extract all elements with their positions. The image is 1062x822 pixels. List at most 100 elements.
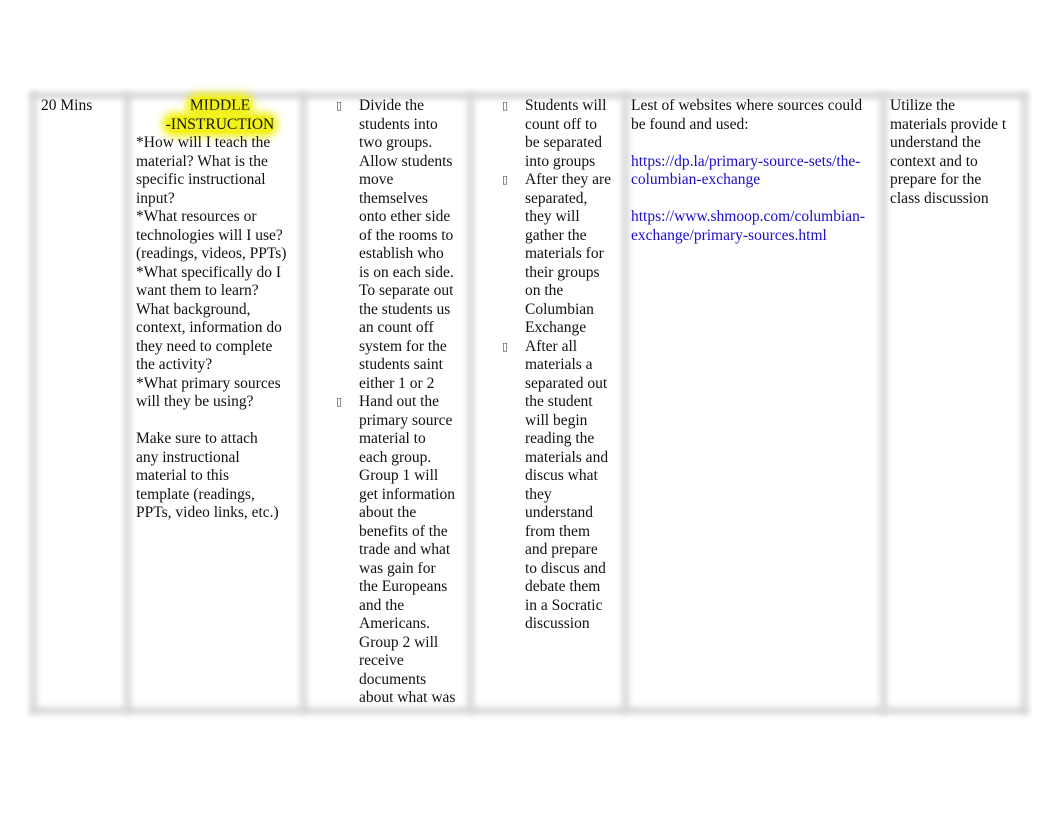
list-item: After all materials a separated out the stu… [525, 338, 608, 634]
text-line: from them [525, 522, 590, 540]
text-line: *What resources or [136, 208, 257, 225]
table-border [30, 707, 1028, 714]
text-line: *How will I teach the [136, 134, 271, 151]
text-line: into groups [525, 152, 596, 170]
text-line: material to [359, 430, 426, 447]
text-line: students saint [359, 356, 443, 373]
text-line: Divide the [359, 97, 424, 114]
text-line: primary source [359, 411, 453, 429]
text-line: about what was [359, 689, 456, 706]
bullet-icon: ▯ [502, 173, 509, 186]
text-line: themselves [359, 189, 428, 207]
column-divider [1021, 92, 1028, 714]
link-shmoop[interactable]: https://www.shmoop.com/columbian-exchang… [631, 208, 865, 245]
text-line: and prepare [525, 541, 598, 558]
list-item: Hand out the primary source material to eac… [359, 393, 455, 708]
text-line: separated, [525, 189, 588, 207]
text-line: want them to learn? [136, 282, 259, 299]
text-line: is on each side. [359, 263, 454, 281]
link-dpla[interactable]: https://dp.la/primary-source-sets/the-co… [631, 153, 865, 190]
text-line: materials for [525, 245, 604, 262]
column-divider [880, 92, 887, 714]
text-line: move [359, 171, 394, 188]
list-item: Students will count off to be separated int… [525, 97, 606, 171]
text-line: Group 1 will [359, 467, 439, 484]
column-divider [124, 92, 131, 714]
text-line: materials a [525, 356, 593, 373]
column-divider [30, 92, 37, 714]
text-line: be separated [525, 134, 603, 151]
list-item: Divide the students into two groups. Allow … [359, 97, 454, 393]
text-line: the student [525, 393, 593, 410]
text-line: To separate out [359, 282, 454, 299]
text-line: on the [525, 282, 564, 299]
text-line: Columbian [525, 300, 594, 318]
text-line: will they be using? [136, 393, 254, 410]
column-divider [622, 92, 629, 714]
text-line: establish who [359, 245, 444, 262]
text-line: debate them [525, 578, 601, 595]
text-line: discus what [525, 467, 598, 484]
text-line: any instructional [136, 448, 240, 466]
text-line: the activity? [136, 356, 213, 373]
text-line: material to this [136, 467, 229, 484]
text-line: benefits of the [359, 522, 448, 540]
text-line: documents [359, 670, 427, 688]
text-line: the Europeans [359, 578, 448, 595]
text-line: material? What is the [136, 152, 268, 170]
text-line: will begin [525, 411, 588, 429]
column-divider [467, 92, 474, 714]
text-line: understand [525, 504, 594, 521]
text-line: *What specifically do I [136, 263, 282, 281]
phase-cell: MIDDLE -INSTRUCTION *How will I teach th… [136, 97, 296, 523]
bullet-icon: ▯ [336, 395, 343, 408]
text-line: Make sure to attach [136, 430, 258, 447]
text-line: Utilize the [890, 97, 955, 114]
text-line: template (readings, [136, 485, 255, 503]
text-line: Group 2 will [359, 633, 439, 651]
bullet-icon: ▯ [502, 339, 509, 353]
text-line: technologies will I use? [136, 226, 283, 244]
text-line: their groups [525, 263, 600, 281]
text-line: separated out [525, 374, 608, 392]
text-line: in a Socratic [525, 596, 603, 614]
text-line: they need to complete [136, 337, 273, 355]
text-line: students into [359, 115, 438, 133]
text-line: gather the [525, 226, 587, 244]
text-line: count off to [525, 115, 598, 133]
text-line: PPTs, video links, etc.) [136, 504, 279, 521]
text-line: Hand out the [359, 393, 440, 410]
resources-cell: Lest of websites where sources could be … [631, 97, 865, 245]
text-line: context, information do [136, 319, 282, 336]
text-line: onto ether side [359, 208, 451, 225]
bullet-icon: ▯ [336, 99, 343, 112]
text-line: Allow students [359, 152, 453, 170]
resources-text: be found and used: [631, 115, 749, 133]
text-line: input? [136, 189, 175, 207]
text-line: *What primary sources [136, 374, 281, 392]
text-line: of the rooms to [359, 226, 454, 244]
bullet-icon: ▯ [502, 99, 509, 112]
heading-line: -INSTRUCTION [165, 115, 275, 133]
text-line: materials provide t [890, 115, 1007, 133]
text-line: was gain for [359, 559, 436, 577]
text-line: understand the [890, 134, 981, 151]
text-line: about the [359, 504, 417, 521]
text-line: context and to [890, 152, 978, 170]
text-line: they [525, 485, 552, 503]
text-line: specific instructional [136, 171, 266, 188]
text-line [136, 412, 296, 431]
text-line: After all [525, 337, 578, 355]
text-line: receive [359, 652, 404, 669]
text-line: class discussion [890, 189, 989, 207]
text-line: prepare for the [890, 171, 982, 188]
assessment-cell: Utilize the materials provide t understand… [890, 97, 1006, 208]
text-line: the students us [359, 300, 451, 318]
text-line: to discus and [525, 559, 606, 577]
text-line: Students will [525, 97, 607, 114]
text-line: system for the [359, 337, 447, 355]
phase-heading: MIDDLE -INSTRUCTION [136, 97, 296, 134]
text-line: trade and what [359, 541, 451, 558]
text-line: discussion [525, 615, 590, 632]
text-line: Americans. [359, 615, 431, 632]
